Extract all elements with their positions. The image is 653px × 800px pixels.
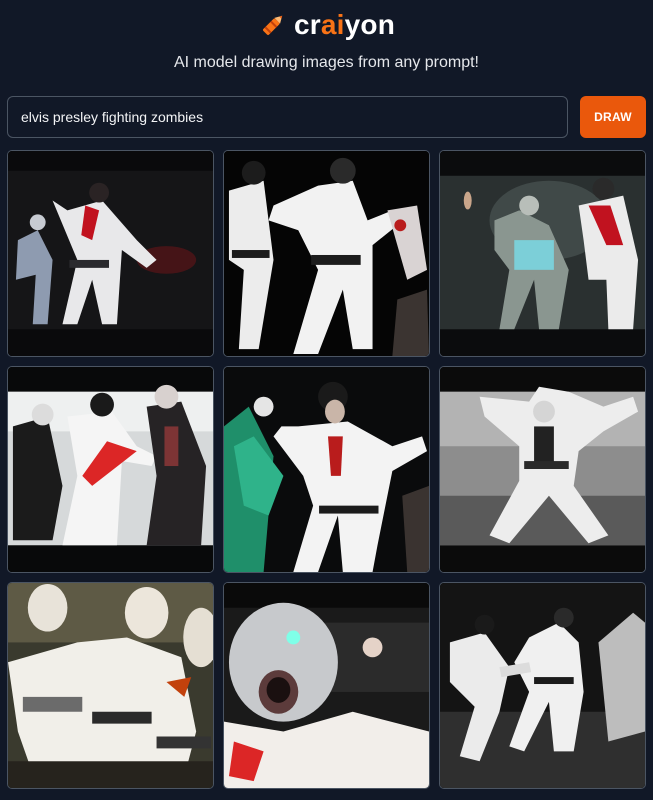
result-image-5-picture bbox=[224, 367, 429, 572]
craiyon-page: craiyon AI model drawing images from any… bbox=[0, 0, 653, 800]
logo-wordmark: craiyon bbox=[293, 9, 396, 40]
result-image-1[interactable] bbox=[7, 150, 214, 357]
result-image-8[interactable] bbox=[223, 582, 430, 789]
result-image-2[interactable] bbox=[223, 150, 430, 357]
result-image-3[interactable] bbox=[439, 150, 646, 357]
result-image-4-picture bbox=[8, 367, 213, 572]
result-image-5[interactable] bbox=[223, 366, 430, 573]
result-image-9-picture bbox=[440, 583, 645, 788]
result-image-6-picture bbox=[440, 367, 645, 572]
result-image-6[interactable] bbox=[439, 366, 646, 573]
result-image-8-picture bbox=[224, 583, 429, 788]
draw-button[interactable]: DRAW bbox=[580, 96, 646, 138]
result-image-7-picture bbox=[8, 583, 213, 788]
result-image-1-picture bbox=[8, 151, 213, 356]
prompt-input-container[interactable] bbox=[7, 96, 568, 138]
craiyon-logo[interactable]: craiyon bbox=[0, 8, 653, 42]
result-image-7[interactable] bbox=[7, 582, 214, 789]
results-grid bbox=[7, 150, 647, 790]
tagline: AI model drawing images from any prompt! bbox=[173, 54, 479, 71]
result-image-4[interactable] bbox=[7, 366, 214, 573]
crayon-icon bbox=[262, 15, 283, 35]
result-image-2-picture bbox=[224, 151, 429, 356]
prompt-input[interactable] bbox=[19, 108, 556, 126]
result-image-3-picture bbox=[440, 151, 645, 356]
result-image-9[interactable] bbox=[439, 582, 646, 789]
